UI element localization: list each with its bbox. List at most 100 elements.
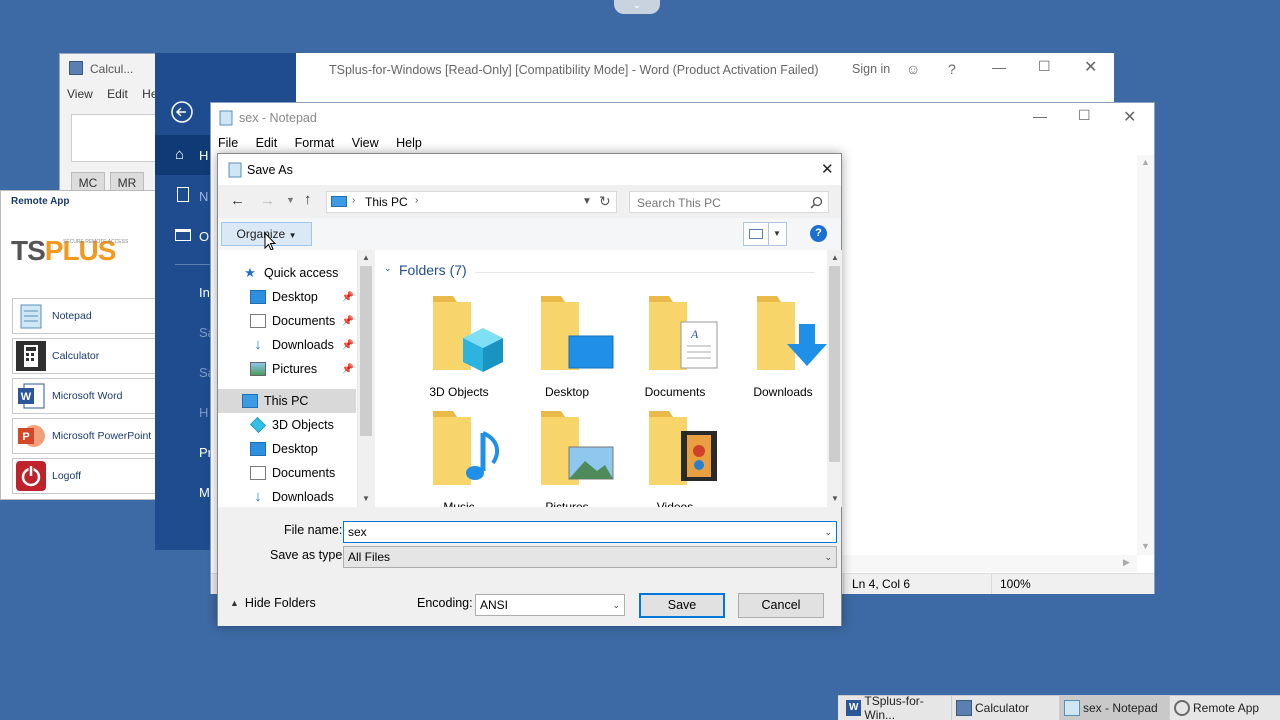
navigation-scrollbar[interactable]: ▲ ▼ bbox=[358, 250, 374, 507]
up-arrow-icon[interactable]: ↑ bbox=[304, 191, 312, 208]
nav-item[interactable]: ↓ Downloads bbox=[218, 485, 356, 507]
word-title-bar: TSplus-for-Windows [Read-Only] [Compatib… bbox=[296, 53, 1114, 103]
folders-group-header[interactable]: Folders (7) bbox=[399, 262, 467, 278]
word-more-item[interactable]: M bbox=[199, 485, 210, 500]
feedback-icon[interactable]: ☺ bbox=[906, 61, 920, 77]
remote-app-calculator[interactable]: Calculator bbox=[12, 338, 158, 374]
remote-app-word[interactable]: W Microsoft Word bbox=[12, 378, 158, 414]
remote-app-header: Remote App bbox=[11, 196, 70, 207]
help-icon[interactable]: ? bbox=[810, 225, 827, 242]
back-arrow-icon[interactable] bbox=[171, 101, 193, 123]
taskbar-item-remote-app[interactable]: Remote App bbox=[1170, 696, 1275, 720]
word-new-item[interactable]: N bbox=[199, 189, 208, 204]
cancel-button[interactable]: Cancel bbox=[738, 593, 824, 618]
nav-item-label: Quick access bbox=[264, 266, 339, 280]
nav-item[interactable]: Pictures 📌 bbox=[218, 357, 356, 381]
word-maximize-button[interactable]: ☐ bbox=[1038, 58, 1051, 75]
calculator-icon bbox=[16, 341, 46, 371]
notepad-menu-edit[interactable]: Edit bbox=[256, 136, 278, 150]
nav-item-label: Documents bbox=[272, 466, 336, 480]
nav-item-label: Downloads bbox=[272, 490, 334, 504]
notepad-horizontal-scrollbar[interactable]: ▶ bbox=[841, 555, 1137, 572]
notepad-vertical-scrollbar[interactable]: ▲ ▼ bbox=[1137, 155, 1154, 555]
notepad-minimize-button[interactable]: — bbox=[1033, 108, 1047, 124]
folder-item[interactable]: Downloads bbox=[729, 290, 827, 400]
notepad-maximize-button[interactable]: ☐ bbox=[1078, 107, 1091, 124]
forward-arrow-icon[interactable]: → bbox=[260, 192, 275, 209]
film-icon bbox=[681, 431, 717, 481]
dialog-close-button[interactable]: ✕ bbox=[821, 160, 834, 178]
folder-item[interactable]: Desktop bbox=[513, 290, 621, 400]
cursor-position: Ln 4, Col 6 bbox=[852, 577, 911, 591]
nav-item[interactable]: ★ Quick access bbox=[218, 261, 356, 285]
file-name-input[interactable]: sex ⌄ bbox=[343, 521, 837, 543]
chevron-down-icon[interactable]: ⌄ bbox=[824, 522, 832, 542]
word-close-button[interactable]: ✕ bbox=[1084, 57, 1097, 77]
remote-app-notepad[interactable]: Notepad bbox=[12, 298, 158, 334]
folder-content-pane: ⌄ Folders (7) 3D Objects Desktop A Document… bbox=[375, 250, 827, 507]
folder-item[interactable]: 3D Objects bbox=[405, 290, 513, 400]
folder-item[interactable]: A Documents bbox=[621, 290, 729, 400]
nav-item[interactable]: 3D Objects bbox=[218, 413, 356, 437]
back-arrow-icon[interactable]: ← bbox=[230, 192, 245, 209]
taskbar-item-word[interactable]: W TSplus-for-Win... bbox=[842, 694, 952, 720]
encoding-select[interactable]: ANSI ⌄ bbox=[475, 594, 625, 616]
nav-item[interactable]: Documents 📌 bbox=[218, 309, 356, 333]
group-collapse-chevron-icon[interactable]: ⌄ bbox=[384, 263, 392, 274]
word-open-item[interactable]: O bbox=[199, 229, 209, 244]
word-history-item[interactable]: H bbox=[199, 405, 208, 420]
word-sign-in-link[interactable]: Sign in bbox=[852, 62, 890, 76]
notepad-menu-view[interactable]: View bbox=[352, 136, 379, 150]
cube-icon bbox=[250, 417, 266, 433]
folder-icon bbox=[541, 296, 614, 370]
nav-item[interactable]: Desktop 📌 bbox=[218, 285, 356, 309]
remote-app-label: Microsoft Word bbox=[52, 390, 123, 402]
search-input[interactable]: Search This PC bbox=[629, 191, 829, 213]
folder-item[interactable]: Pictures bbox=[513, 405, 621, 507]
remote-app-powerpoint[interactable]: P Microsoft PowerPoint bbox=[12, 418, 158, 454]
nav-item[interactable]: Desktop bbox=[218, 437, 356, 461]
word-help-button[interactable]: ? bbox=[948, 61, 956, 77]
breadcrumb-separator-icon: › bbox=[415, 195, 419, 206]
save-as-dialog: Save As ✕ ← → ▼ ↑ › This PC › ▼ ↻ Search… bbox=[217, 153, 842, 626]
save-button[interactable]: Save bbox=[639, 593, 725, 618]
save-as-type-select[interactable]: All Files ⌄ bbox=[343, 546, 837, 568]
breadcrumb-this-pc[interactable]: This PC bbox=[365, 195, 408, 209]
dialog-title-bar: Save As ✕ bbox=[218, 154, 841, 185]
folder-icon: A bbox=[649, 296, 718, 370]
word-minimize-button[interactable]: — bbox=[992, 59, 1006, 75]
remote-app-logoff[interactable]: Logoff bbox=[12, 458, 158, 494]
chevron-down-icon: ▼ bbox=[773, 229, 781, 238]
folder-icon bbox=[433, 296, 503, 372]
address-bar[interactable]: › This PC › ▼ ↻ bbox=[326, 191, 617, 213]
notepad-title: sex - Notepad bbox=[239, 111, 317, 125]
nav-item[interactable]: ↓ Downloads 📌 bbox=[218, 333, 356, 357]
dialog-bottom-area: File name: sex ⌄ Save as type: All Files… bbox=[218, 507, 841, 626]
word-info-item[interactable]: In bbox=[199, 285, 210, 300]
folder-icon bbox=[541, 411, 614, 485]
notepad-menu-format[interactable]: Format bbox=[295, 136, 335, 150]
notepad-close-button[interactable]: ✕ bbox=[1123, 107, 1136, 127]
nav-item[interactable]: This PC bbox=[218, 389, 356, 413]
calculator-menu-view[interactable]: View bbox=[67, 87, 93, 101]
notepad-menu-help[interactable]: Help bbox=[396, 136, 422, 150]
taskbar-item-notepad[interactable]: sex - Notepad bbox=[1060, 696, 1170, 720]
nav-item[interactable]: Documents bbox=[218, 461, 356, 485]
folder-label: 3D Objects bbox=[429, 385, 489, 399]
address-dropdown-icon[interactable]: ▼ bbox=[582, 196, 592, 207]
session-toolbar-toggle[interactable]: ⌄ bbox=[614, 0, 660, 14]
refresh-icon[interactable]: ↻ bbox=[599, 193, 611, 210]
folder-item[interactable]: Videos bbox=[621, 405, 729, 507]
notepad-icon bbox=[1064, 700, 1080, 716]
content-scrollbar[interactable]: ▲ ▼ bbox=[827, 250, 842, 507]
folder-item[interactable]: Music bbox=[405, 405, 513, 507]
notepad-menu-file[interactable]: File bbox=[218, 136, 238, 150]
recent-locations-chevron-icon[interactable]: ▼ bbox=[286, 195, 295, 205]
hide-folders-button[interactable]: ▲ Hide Folders bbox=[230, 593, 316, 613]
taskbar-item-calculator[interactable]: Calculator bbox=[952, 696, 1060, 720]
calculator-menu-edit[interactable]: Edit bbox=[107, 87, 128, 101]
remote-app-label: Logoff bbox=[52, 470, 82, 482]
change-view-button[interactable]: ▼ bbox=[743, 222, 787, 246]
remote-app-panel: Remote App TSPLUS SECURE REMOTE ACCESS N… bbox=[0, 190, 158, 500]
remote-app-label: Microsoft PowerPoint bbox=[52, 430, 152, 442]
